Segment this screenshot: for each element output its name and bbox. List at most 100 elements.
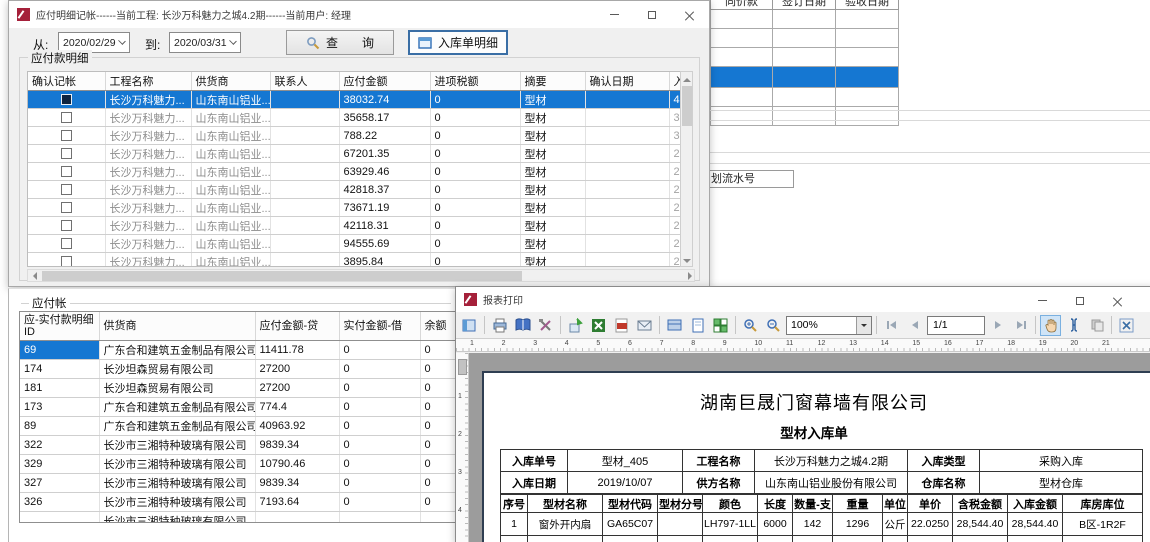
scroll-up-icon[interactable] bbox=[683, 74, 691, 82]
cell-paid[interactable]: 0 bbox=[339, 340, 420, 359]
cell-tax[interactable]: 0 bbox=[430, 199, 520, 217]
cell-paid[interactable]: 0 bbox=[339, 359, 420, 378]
cell-tax[interactable]: 0 bbox=[430, 217, 520, 235]
cell-id[interactable]: 174 bbox=[20, 359, 99, 378]
table-row[interactable]: 长沙万科魅力...山东南山铝业...38032.740型材405 bbox=[28, 91, 682, 109]
checkbox[interactable] bbox=[61, 202, 72, 213]
cell-id[interactable]: 326 bbox=[20, 492, 99, 511]
checkbox-cell[interactable] bbox=[28, 145, 105, 163]
cell-confirm-date[interactable] bbox=[585, 145, 669, 163]
table-row[interactable]: 173广东合和建筑五金制品有限公司774.400 bbox=[20, 397, 456, 416]
cell-id[interactable]: 89 bbox=[20, 416, 99, 435]
pdf-icon[interactable] bbox=[611, 315, 632, 336]
cell-id[interactable] bbox=[20, 511, 99, 523]
table-row[interactable]: 长沙万科魅力...山东南山铝业...42818.370型材275 bbox=[28, 181, 682, 199]
cell-payable[interactable]: 40963.92 bbox=[255, 416, 339, 435]
table-row[interactable]: 326长沙市三湘特种玻璃有限公司7193.6400 bbox=[20, 492, 456, 511]
cell-paid[interactable]: 0 bbox=[339, 473, 420, 492]
first-page-icon[interactable] bbox=[881, 315, 902, 336]
checkbox[interactable] bbox=[61, 112, 72, 123]
cell-tax[interactable]: 0 bbox=[430, 91, 520, 109]
cell-contact[interactable] bbox=[270, 91, 339, 109]
cell-tax[interactable]: 0 bbox=[430, 181, 520, 199]
cell-tax[interactable]: 0 bbox=[430, 163, 520, 181]
cell-supplier[interactable]: 长沙市三湘特种玻璃有限公司 bbox=[99, 454, 255, 473]
close-button[interactable] bbox=[1099, 287, 1137, 314]
table-row[interactable]: 89广东合和建筑五金制品有限公司40963.9200 bbox=[20, 416, 456, 435]
next-page-icon[interactable] bbox=[987, 315, 1008, 336]
print-icon[interactable] bbox=[489, 315, 510, 336]
table-row[interactable]: 322长沙市三湘特种玻璃有限公司9839.3400 bbox=[20, 435, 456, 454]
table-row[interactable]: 329长沙市三湘特种玻璃有限公司10790.4600 bbox=[20, 454, 456, 473]
cell-project[interactable]: 长沙万科魅力... bbox=[105, 127, 191, 145]
table-row[interactable]: 长沙万科魅力...山东南山铝业...67201.350型材283 bbox=[28, 145, 682, 163]
cell-tax[interactable]: 0 bbox=[430, 235, 520, 253]
column-header[interactable]: 应付金额-贷 bbox=[255, 312, 339, 340]
excel-icon[interactable] bbox=[588, 315, 609, 336]
cell-paid[interactable]: 0 bbox=[339, 435, 420, 454]
cell-payable[interactable]: 9839.34 bbox=[255, 435, 339, 454]
page-setup-icon[interactable] bbox=[664, 315, 685, 336]
column-header[interactable]: 进项税额 bbox=[430, 72, 520, 91]
cell-balance[interactable]: 0 bbox=[420, 454, 456, 473]
column-header[interactable]: 摘要 bbox=[520, 72, 585, 91]
zoom-in-icon[interactable] bbox=[740, 315, 761, 336]
cell-supplier[interactable]: 广东合和建筑五金制品有限公司 bbox=[99, 340, 255, 359]
cell-balance[interactable]: 0 bbox=[420, 416, 456, 435]
cell-project[interactable]: 长沙万科魅力... bbox=[105, 181, 191, 199]
cell-paid[interactable]: 0 bbox=[339, 378, 420, 397]
single-page-icon[interactable] bbox=[687, 315, 708, 336]
checkbox-cell[interactable] bbox=[28, 181, 105, 199]
cell-payable[interactable] bbox=[255, 511, 339, 523]
cell-supplier[interactable]: 长沙市三湘特种玻璃有限公司 bbox=[99, 492, 255, 511]
cell-payable[interactable]: 10790.46 bbox=[255, 454, 339, 473]
cell-contact[interactable] bbox=[270, 127, 339, 145]
cell-confirm-date[interactable] bbox=[585, 199, 669, 217]
cell-balance[interactable]: 0 bbox=[420, 340, 456, 359]
checkbox-cell[interactable] bbox=[28, 91, 105, 109]
to-date-picker[interactable]: 2020/03/31 bbox=[169, 32, 241, 53]
table-row[interactable]: 长沙万科魅力...山东南山铝业...42118.310型材265 bbox=[28, 217, 682, 235]
checkbox-cell[interactable] bbox=[28, 217, 105, 235]
checkbox[interactable] bbox=[61, 256, 72, 267]
query-button[interactable]: 查 询 bbox=[286, 30, 394, 55]
table-row[interactable]: 181长沙坦森贸易有限公司2720000 bbox=[20, 378, 456, 397]
cell-amount[interactable]: 788.22 bbox=[339, 127, 430, 145]
cell-tax[interactable]: 0 bbox=[430, 145, 520, 163]
cell-contact[interactable] bbox=[270, 253, 339, 268]
close-preview-icon[interactable] bbox=[1116, 315, 1137, 336]
inbound-detail-button[interactable]: 入库单明细 bbox=[408, 30, 508, 55]
column-header[interactable]: 确认记帐 bbox=[28, 72, 105, 91]
cell-summary[interactable]: 型材 bbox=[520, 91, 585, 109]
table-row[interactable]: 长沙万科魅力...山东南山铝业...3895.840型材250 bbox=[28, 253, 682, 268]
checkbox-cell[interactable] bbox=[28, 199, 105, 217]
cell-payable[interactable]: 27200 bbox=[255, 359, 339, 378]
zoom-level-combo[interactable]: 100% bbox=[786, 316, 872, 335]
cell-id[interactable]: 329 bbox=[20, 454, 99, 473]
cell-id[interactable]: 327 bbox=[20, 473, 99, 492]
cell-project[interactable]: 长沙万科魅力... bbox=[105, 145, 191, 163]
cell-project[interactable]: 长沙万科魅力... bbox=[105, 217, 191, 235]
cell-paid[interactable]: 0 bbox=[339, 454, 420, 473]
vertical-scrollbar[interactable] bbox=[680, 71, 693, 267]
table-row[interactable]: 长沙万科魅力...山东南山铝业...94555.690型材251 bbox=[28, 235, 682, 253]
chevron-down-icon[interactable] bbox=[856, 317, 871, 334]
cell-summary[interactable]: 型材 bbox=[520, 109, 585, 127]
cell-paid[interactable]: 0 bbox=[339, 416, 420, 435]
cell-balance[interactable]: 0 bbox=[420, 492, 456, 511]
cell-amount[interactable]: 94555.69 bbox=[339, 235, 430, 253]
checkbox-cell[interactable] bbox=[28, 163, 105, 181]
cell-supplier[interactable]: 广东合和建筑五金制品有限公司 bbox=[99, 397, 255, 416]
cell-id[interactable]: 69 bbox=[20, 340, 99, 359]
cell-summary[interactable]: 型材 bbox=[520, 181, 585, 199]
cell-project[interactable]: 长沙万科魅力... bbox=[105, 235, 191, 253]
cell-confirm-date[interactable] bbox=[585, 109, 669, 127]
cell-balance[interactable] bbox=[420, 511, 456, 523]
cell-contact[interactable] bbox=[270, 181, 339, 199]
scrollbar-thumb[interactable] bbox=[42, 271, 522, 281]
book-icon[interactable] bbox=[512, 315, 533, 336]
page-indicator[interactable]: 1/1 bbox=[927, 316, 985, 335]
cell-supplier[interactable]: 山东南山铝业... bbox=[191, 199, 270, 217]
cell-supplier[interactable]: 山东南山铝业... bbox=[191, 127, 270, 145]
table-row[interactable]: 长沙万科魅力...山东南山铝业...63929.460型材276 bbox=[28, 163, 682, 181]
